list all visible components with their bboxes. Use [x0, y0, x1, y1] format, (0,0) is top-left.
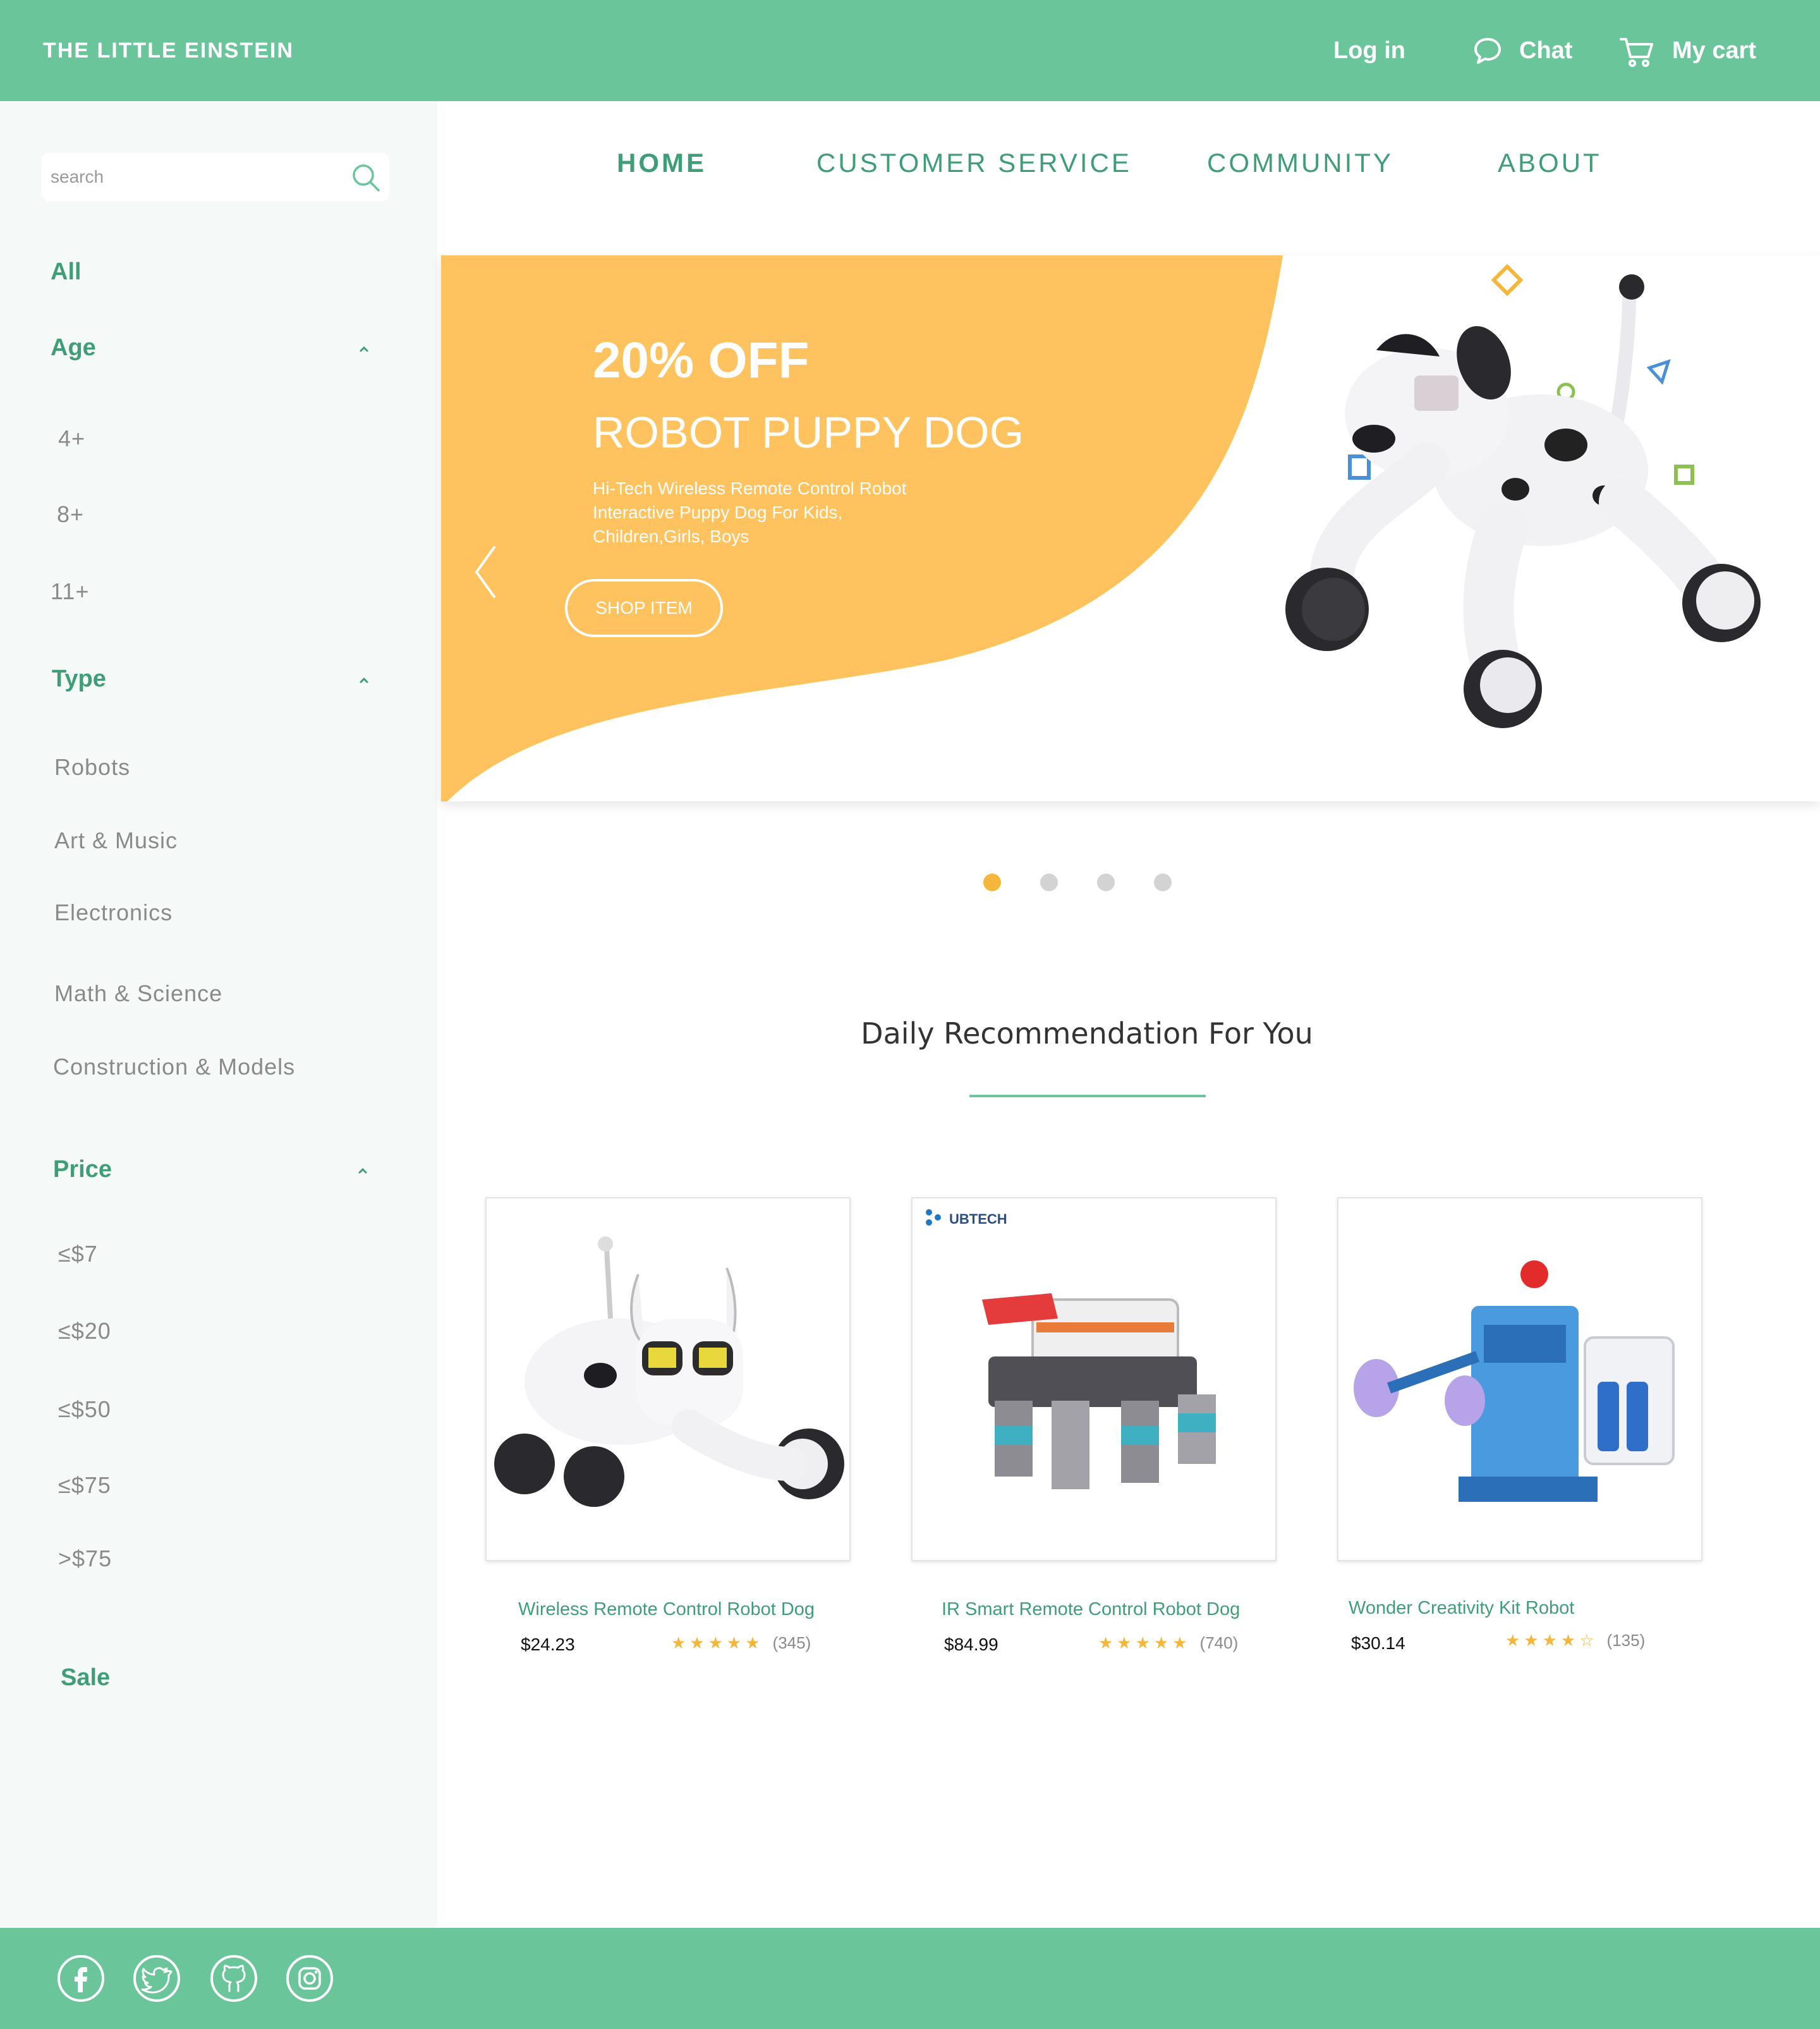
carousel-dot[interactable]	[1040, 874, 1058, 891]
product-price: $24.23	[521, 1635, 575, 1654]
nav-customer-service[interactable]: CUSTOMER SERVICE	[816, 144, 1132, 182]
filter-type-item[interactable]: Construction & Models	[53, 1051, 295, 1083]
ubtech-robot-product-image: UBTECH	[926, 1209, 1216, 1489]
review-count: (135)	[1606, 1631, 1646, 1650]
shop-item-button[interactable]: SHOP ITEM	[565, 579, 723, 637]
cart-label: My cart	[1672, 37, 1757, 64]
github-icon[interactable]	[210, 1954, 258, 2002]
filter-type-header[interactable]: Type	[52, 661, 106, 697]
filter-sidebar: All Age 4+ 8+ 11+ Type Robots Art & Musi…	[0, 101, 437, 1928]
product-card-2[interactable]: UBTECH	[911, 1197, 1277, 1561]
filter-price-item[interactable]: ≤$75	[58, 1469, 111, 1502]
product-name[interactable]: Wireless Remote Control Robot Dog	[518, 1599, 815, 1620]
review-count: (345)	[772, 1633, 811, 1652]
product-price: $30.14	[1351, 1633, 1405, 1653]
filter-price-item[interactable]: ≤$7	[58, 1238, 98, 1270]
nav-about[interactable]: ABOUT	[1498, 144, 1602, 182]
cart-link[interactable]: My cart	[1619, 35, 1764, 67]
filter-age-item[interactable]: 11+	[51, 575, 89, 608]
carousel-dot[interactable]	[1154, 874, 1172, 891]
nav-home[interactable]: HOME	[617, 144, 707, 182]
product-price: $84.99	[944, 1635, 998, 1654]
filter-type-item[interactable]: Robots	[54, 751, 130, 784]
creativity-kit-robot-product-image	[1354, 1260, 1675, 1502]
product-card-3[interactable]	[1337, 1197, 1702, 1561]
nav-community[interactable]: COMMUNITY	[1207, 144, 1393, 182]
product-rating: ★★★★★ (740)	[1098, 1633, 1238, 1655]
robot-dog-image	[1285, 264, 1761, 728]
filter-sale[interactable]: Sale	[61, 1660, 110, 1695]
review-count: (740)	[1199, 1633, 1239, 1652]
search-box	[42, 153, 389, 201]
product-card-1[interactable]	[485, 1197, 851, 1561]
product-rating: ★★★★☆ (135)	[1505, 1631, 1645, 1652]
hero-title: ROBOT PUPPY DOG	[593, 408, 1024, 457]
filter-type-item[interactable]: Math & Science	[54, 977, 222, 1010]
hero-description: Hi-Tech Wireless Remote Control Robot In…	[593, 478, 907, 546]
star-rating-icon: ★★★★★	[671, 1633, 764, 1652]
instagram-icon[interactable]	[286, 1954, 334, 2002]
product-rating: ★★★★★ (345)	[671, 1633, 811, 1655]
facebook-icon[interactable]	[57, 1954, 105, 2002]
carousel-dot[interactable]	[1097, 874, 1115, 891]
star-rating-icon: ★★★★☆	[1505, 1631, 1598, 1650]
filter-type-item[interactable]: Electronics	[54, 896, 173, 929]
filter-price-item[interactable]: >$75	[58, 1542, 112, 1575]
chevron-up-icon[interactable]	[355, 340, 373, 358]
filter-age-item[interactable]: 4+	[58, 422, 85, 455]
chat-label: Chat	[1519, 37, 1573, 64]
hero-discount: 20% OFF	[593, 332, 810, 388]
carousel-dots	[983, 874, 1173, 893]
search-icon[interactable]	[350, 162, 382, 193]
ubtech-logo: UBTECH	[949, 1211, 1007, 1227]
filter-price-item[interactable]: ≤$50	[58, 1393, 111, 1426]
search-input[interactable]	[51, 161, 341, 193]
top-header: THE LITTLE EINSTEIN Log in Chat My cart	[0, 0, 1820, 101]
hero-banner: 20% OFF ROBOT PUPPY DOG Hi-Tech Wireless…	[441, 255, 1820, 801]
page-footer	[0, 1928, 1820, 2029]
filter-price-item[interactable]: ≤$20	[58, 1315, 111, 1348]
recommendation-title: Daily Recommendation For You	[861, 1016, 1313, 1051]
brand-logo[interactable]: THE LITTLE EINSTEIN	[43, 35, 294, 66]
filter-age-item[interactable]: 8+	[57, 498, 84, 531]
filter-price-header[interactable]: Price	[53, 1152, 112, 1187]
product-name[interactable]: IR Smart Remote Control Robot Dog	[942, 1599, 1240, 1620]
filter-all[interactable]: All	[51, 254, 82, 289]
title-underline	[969, 1095, 1206, 1097]
login-link[interactable]: Log in	[1333, 35, 1405, 66]
filter-age-header[interactable]: Age	[51, 330, 96, 365]
chevron-up-icon[interactable]	[355, 671, 373, 689]
chevron-left-icon[interactable]	[473, 544, 498, 600]
chat-link[interactable]: Chat	[1472, 35, 1580, 66]
carousel-dot[interactable]	[983, 874, 1001, 891]
robot-dog-product-image	[494, 1236, 844, 1507]
chat-bubble-icon	[1474, 38, 1501, 64]
twitter-icon[interactable]	[133, 1954, 181, 2002]
filter-type-item[interactable]: Art & Music	[54, 824, 178, 857]
shopping-cart-icon	[1620, 38, 1653, 67]
product-name[interactable]: Wonder Creativity Kit Robot	[1349, 1598, 1574, 1619]
chevron-up-icon[interactable]	[354, 1162, 372, 1179]
star-rating-icon: ★★★★★	[1098, 1633, 1191, 1652]
